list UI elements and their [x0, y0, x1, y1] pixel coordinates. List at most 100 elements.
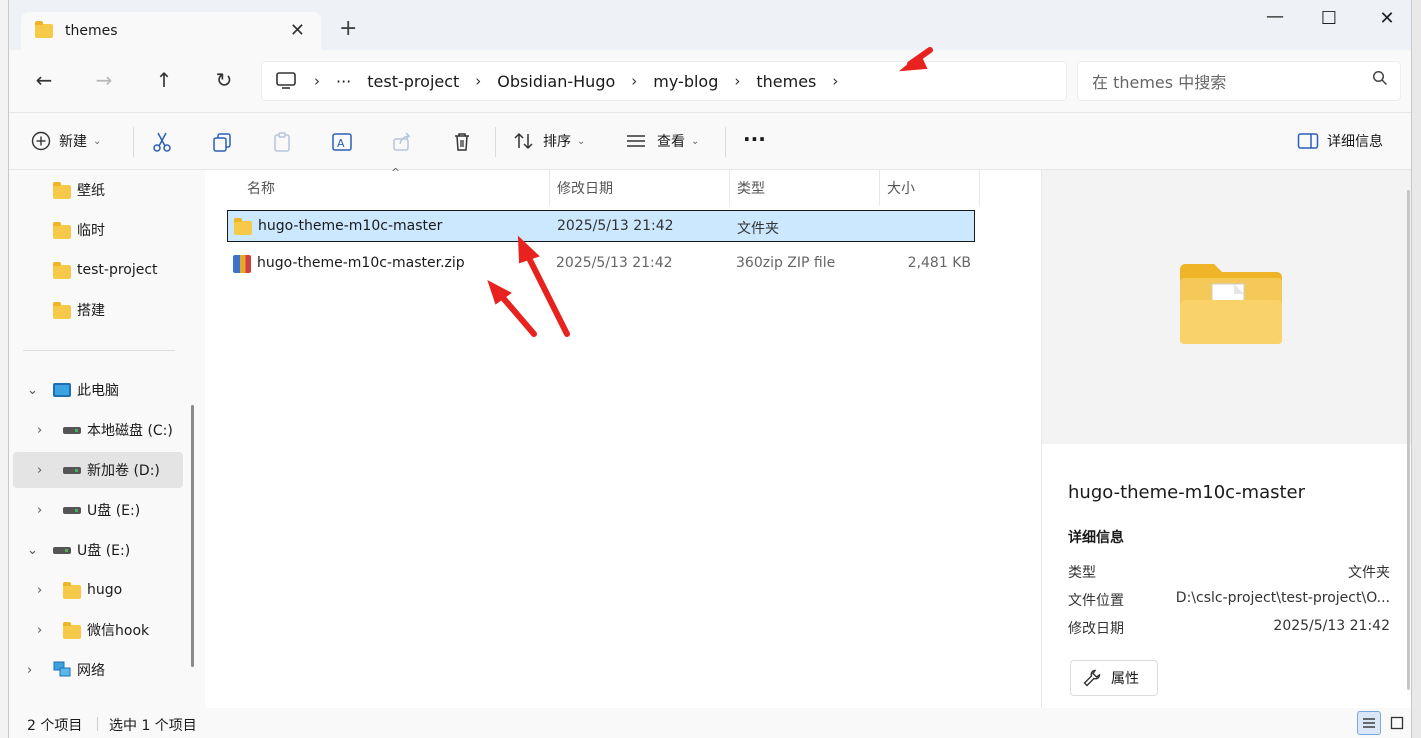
- file-explorer-window: themes ✕ + — ☐ ✕ ← → ↑ ↻ › ··· test-proj…: [8, 0, 1412, 738]
- up-button[interactable]: ↑: [149, 68, 179, 92]
- sidebar-scrollbar[interactable]: [191, 405, 194, 667]
- new-button[interactable]: 新建 ⌄: [31, 131, 101, 151]
- navigation-pane: 壁纸 临时 test-project 搭建 ⌄ 此电脑 › 本地磁盘 (C:) …: [9, 170, 205, 708]
- sidebar-item-hugo[interactable]: › hugo: [13, 572, 183, 608]
- sidebar-item-test-project[interactable]: test-project: [13, 252, 183, 288]
- preview-area: [1042, 170, 1411, 444]
- minimize-button[interactable]: —: [1255, 6, 1295, 27]
- details-label: 详细信息: [1327, 134, 1383, 150]
- chevron-down-icon: ⌄: [577, 135, 586, 147]
- sidebar-item-network[interactable]: › 网络: [13, 652, 183, 688]
- tiles-view-button[interactable]: [1385, 711, 1409, 735]
- sidebar-item-drive-e[interactable]: › U盘 (E:): [13, 492, 183, 528]
- chevron-right-icon[interactable]: ›: [37, 623, 42, 638]
- view-button[interactable]: 查看 ⌄: [625, 131, 699, 151]
- sidebar-item-label: 本地磁盘 (C:): [87, 423, 173, 439]
- column-header-date[interactable]: 修改日期: [557, 170, 613, 206]
- details-view-button[interactable]: [1357, 711, 1381, 735]
- search-box[interactable]: [1077, 61, 1401, 101]
- sidebar-item-drive-c[interactable]: › 本地磁盘 (C:): [13, 412, 183, 448]
- cut-icon[interactable]: [149, 131, 175, 153]
- search-input[interactable]: [1092, 70, 1362, 94]
- breadcrumb-my-blog[interactable]: my-blog: [653, 72, 718, 91]
- close-window-button[interactable]: ✕: [1367, 8, 1407, 29]
- chevron-right-icon[interactable]: ›: [37, 423, 42, 438]
- computer-icon[interactable]: [276, 72, 296, 90]
- column-header-type[interactable]: 类型: [737, 170, 765, 206]
- properties-button[interactable]: 属性: [1070, 660, 1158, 696]
- table-row[interactable]: hugo-theme-m10c-master.zip 2025/5/13 21:…: [227, 248, 975, 280]
- sidebar-item-usb-root[interactable]: ⌄ U盘 (E:): [13, 532, 183, 568]
- column-divider[interactable]: [549, 170, 550, 206]
- address-bar[interactable]: › ··· test-project › Obsidian-Hugo › my-…: [261, 61, 1067, 101]
- command-bar: 新建 ⌄ A 排序 ⌄ 查看 ⌄ ··· 详细信息: [9, 112, 1411, 170]
- details-key: 文件位置: [1068, 593, 1124, 609]
- title-bar: themes ✕ + — ☐ ✕: [9, 0, 1411, 50]
- details-pane: hugo-theme-m10c-master 详细信息 类型 文件夹 文件位置 …: [1041, 170, 1411, 708]
- column-header-name[interactable]: 名称: [247, 170, 275, 206]
- details-pane-button[interactable]: 详细信息: [1297, 131, 1383, 151]
- details-scrollbar[interactable]: [1407, 190, 1410, 690]
- share-icon[interactable]: [389, 131, 415, 153]
- view-icon: [627, 135, 645, 147]
- drive-icon: [63, 427, 81, 434]
- file-list: ^ 名称 修改日期 类型 大小 hugo-theme-m10c-master 2…: [205, 166, 1041, 708]
- column-divider[interactable]: [729, 170, 730, 206]
- breadcrumb-obsidian-hugo[interactable]: Obsidian-Hugo: [497, 72, 615, 91]
- new-tab-button[interactable]: +: [339, 18, 357, 40]
- chevron-right-icon[interactable]: ›: [314, 72, 320, 90]
- copy-icon[interactable]: [209, 131, 235, 153]
- chevron-right-icon[interactable]: ›: [37, 583, 42, 598]
- tab-close-icon[interactable]: ✕: [290, 20, 305, 41]
- folder-icon: [53, 182, 71, 199]
- computer-icon: [53, 383, 71, 397]
- list-view-icon: [1363, 718, 1375, 728]
- sidebar-item-wechat-hook[interactable]: › 微信hook: [13, 612, 183, 648]
- chevron-right-icon[interactable]: ›: [37, 503, 42, 518]
- back-button[interactable]: ←: [29, 68, 59, 92]
- breadcrumb-themes[interactable]: themes: [756, 72, 816, 91]
- sidebar-item-label: 网络: [77, 663, 105, 679]
- delete-icon[interactable]: [449, 131, 475, 153]
- sidebar-item-build[interactable]: 搭建: [13, 292, 183, 328]
- chevron-right-icon[interactable]: ›: [475, 72, 481, 90]
- sidebar-item-label: 新加卷 (D:): [87, 463, 160, 479]
- column-divider[interactable]: [979, 170, 980, 206]
- chevron-right-icon[interactable]: ›: [37, 463, 42, 478]
- chevron-right-icon[interactable]: ›: [832, 72, 838, 90]
- maximize-button[interactable]: ☐: [1309, 8, 1349, 29]
- toolbar-divider: [495, 127, 496, 157]
- chevron-right-icon[interactable]: ›: [734, 72, 740, 90]
- table-row[interactable]: hugo-theme-m10c-master 2025/5/13 21:42 文…: [227, 210, 975, 242]
- column-divider[interactable]: [879, 170, 880, 206]
- chevron-right-icon[interactable]: ›: [631, 72, 637, 90]
- breadcrumb-test-project[interactable]: test-project: [367, 72, 459, 91]
- search-icon[interactable]: [1372, 70, 1388, 86]
- folder-icon: [63, 622, 81, 639]
- sidebar-item-temp[interactable]: 临时: [13, 212, 183, 248]
- column-header-size[interactable]: 大小: [887, 170, 915, 206]
- toolbar-divider: [725, 127, 726, 157]
- chevron-down-icon[interactable]: ⌄: [27, 383, 38, 398]
- chevron-down-icon: ⌄: [691, 135, 700, 147]
- more-options-button[interactable]: ···: [743, 127, 766, 151]
- sidebar-item-wallpaper[interactable]: 壁纸: [13, 172, 183, 208]
- tab-themes[interactable]: themes ✕: [21, 12, 321, 50]
- toolbar-divider: [133, 127, 134, 157]
- sidebar-item-this-pc[interactable]: ⌄ 此电脑: [13, 372, 183, 408]
- breadcrumb-more[interactable]: ···: [336, 72, 351, 91]
- drive-icon: [63, 467, 81, 474]
- zip-icon: [233, 255, 251, 273]
- chevron-down-icon[interactable]: ⌄: [27, 543, 38, 558]
- refresh-button[interactable]: ↻: [209, 68, 239, 92]
- details-value[interactable]: D:\cslc-project\test-project\O...: [1176, 590, 1390, 606]
- new-button-label: 新建: [59, 134, 87, 150]
- rename-icon[interactable]: A: [329, 131, 355, 153]
- file-type: 360zip ZIP file: [736, 255, 836, 271]
- sort-button[interactable]: 排序 ⌄: [513, 131, 585, 151]
- chevron-right-icon[interactable]: ›: [27, 663, 32, 678]
- sidebar-item-label: U盘 (E:): [87, 503, 141, 519]
- paste-icon[interactable]: [269, 131, 295, 153]
- forward-button[interactable]: →: [89, 68, 119, 92]
- sidebar-item-drive-d[interactable]: › 新加卷 (D:): [13, 452, 183, 488]
